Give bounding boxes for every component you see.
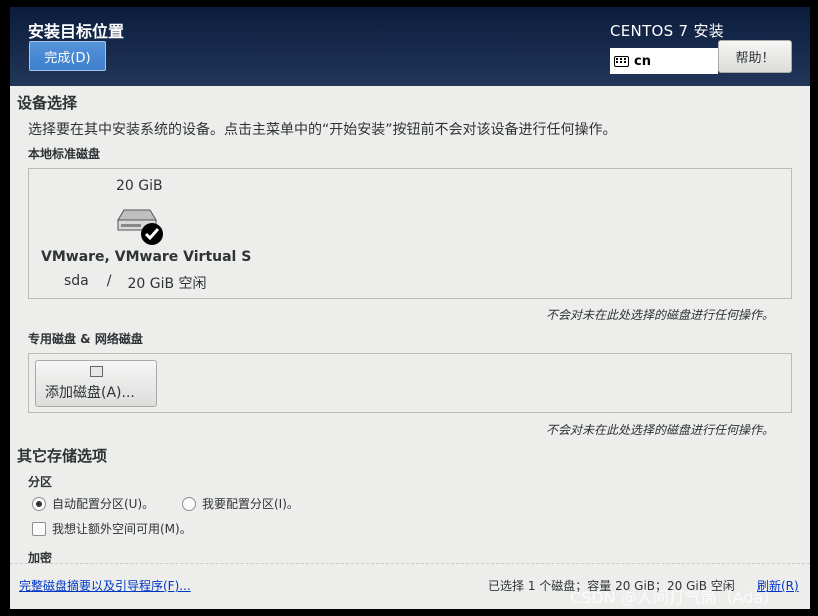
specialized-disks-panel: 添加磁盘(A)... bbox=[28, 353, 792, 413]
keyboard-layout-label: cn bbox=[634, 53, 651, 69]
header-bar: 安装目标位置 完成(D) CENTOS 7 安装 cn 帮助！ bbox=[10, 7, 810, 86]
disk-name: VMware, VMware Virtual S bbox=[41, 249, 252, 265]
disk-free-space: 20 GiB 空闲 bbox=[127, 276, 207, 292]
specialized-disks-label: 专用磁盘 & 网络磁盘 bbox=[28, 332, 143, 346]
device-selection-description: 选择要在其中安装系统的设备。点击主菜单中的“开始安装”按钮前不会对该设备进行任何… bbox=[28, 122, 617, 138]
local-disks-note: 不会对未在此处选择的磁盘进行任何操作。 bbox=[546, 308, 775, 322]
manual-partition-label: 我要配置分区(I)。 bbox=[202, 497, 299, 511]
add-disk-button[interactable]: 添加磁盘(A)... bbox=[35, 360, 157, 407]
partition-label: 分区 bbox=[28, 475, 53, 489]
local-disks-panel: 20 GiB VMware, VMware Virtual S sda / 20… bbox=[28, 168, 792, 299]
product-title: CENTOS 7 安装 bbox=[610, 22, 725, 40]
manual-partition-option[interactable]: 我要配置分区(I)。 bbox=[182, 495, 299, 512]
help-button[interactable]: 帮助！ bbox=[718, 40, 792, 73]
auto-partition-label: 自动配置分区(U)。 bbox=[52, 497, 155, 511]
done-button[interactable]: 完成(D) bbox=[29, 41, 106, 71]
watermark: CSDN @人间打气筒（Ada） bbox=[570, 588, 780, 607]
keyboard-layout-indicator[interactable]: cn bbox=[610, 48, 718, 74]
page-title: 安装目标位置 bbox=[28, 22, 125, 41]
keyboard-icon bbox=[614, 55, 629, 67]
local-disks-label: 本地标准磁盘 bbox=[28, 147, 101, 161]
other-storage-heading: 其它存储选项 bbox=[17, 447, 108, 465]
disk-item-sda[interactable]: 20 GiB VMware, VMware Virtual S sda / 20… bbox=[29, 169, 259, 298]
auto-partition-option[interactable]: 自动配置分区(U)。 bbox=[32, 495, 154, 512]
specialized-disks-note: 不会对未在此处选择的磁盘进行任何操作。 bbox=[546, 423, 775, 437]
add-disk-label: 添加磁盘(A)... bbox=[45, 385, 135, 401]
disk-details: sda / 20 GiB 空闲 bbox=[64, 273, 207, 293]
auto-partition-radio[interactable] bbox=[32, 496, 46, 511]
extra-space-option[interactable]: 我想让额外空间可用(M)。 bbox=[32, 520, 192, 537]
extra-space-label: 我想让额外空间可用(M)。 bbox=[52, 522, 192, 536]
hard-disk-selected-icon bbox=[117, 209, 163, 245]
device-selection-heading: 设备选择 bbox=[17, 94, 78, 112]
disk-size: 20 GiB bbox=[116, 178, 163, 194]
disk-device: sda bbox=[64, 273, 89, 289]
extra-space-checkbox[interactable] bbox=[32, 521, 46, 536]
installer-window: 安装目标位置 完成(D) CENTOS 7 安装 cn 帮助！ 设备选择 选择要… bbox=[10, 7, 810, 609]
manual-partition-radio[interactable] bbox=[182, 496, 196, 511]
add-disk-icon bbox=[90, 366, 103, 377]
disk-summary-link[interactable]: 完整磁盘摘要以及引导程序(F)... bbox=[19, 577, 191, 594]
